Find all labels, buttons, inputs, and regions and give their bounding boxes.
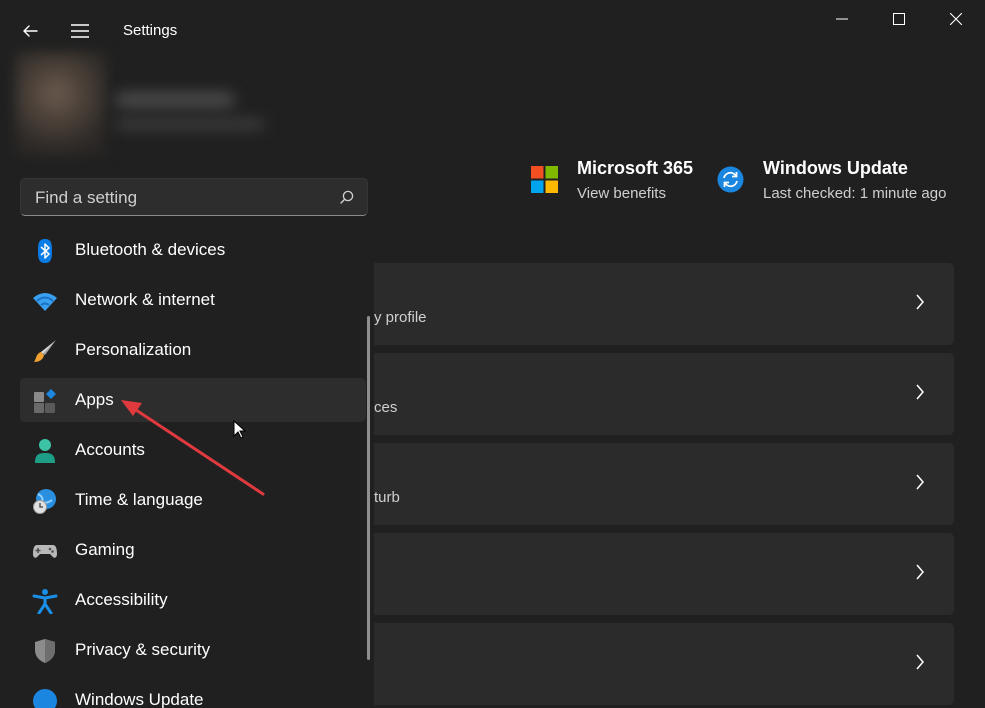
- chevron-right-icon: [916, 564, 924, 580]
- sync-icon: [717, 166, 744, 193]
- promo-title: Windows Update: [763, 158, 908, 178]
- chevron-right-icon: [916, 294, 924, 310]
- user-email-redacted: [115, 118, 265, 130]
- update-icon: [33, 689, 57, 708]
- hamburger-icon: [71, 24, 89, 38]
- minimize-button[interactable]: [813, 0, 871, 38]
- sidebar-item-time-language[interactable]: Time & language: [20, 478, 366, 522]
- sidebar-item-personalization[interactable]: Personalization: [20, 328, 366, 372]
- close-icon: [950, 13, 962, 25]
- settings-card[interactable]: turb: [374, 443, 954, 525]
- sidebar-scrollbar[interactable]: [367, 316, 370, 660]
- settings-card[interactable]: ces: [374, 353, 954, 435]
- search-icon[interactable]: [340, 190, 354, 204]
- bluetooth-icon: [38, 239, 52, 263]
- shield-icon: [35, 639, 55, 663]
- sidebar-item-label: Windows Update: [75, 690, 204, 708]
- maximize-icon: [893, 13, 905, 25]
- settings-card[interactable]: y profile: [374, 263, 954, 345]
- sidebar-item-label: Network & internet: [75, 290, 215, 309]
- search-box[interactable]: [20, 178, 368, 217]
- sidebar-item-privacy-security[interactable]: Privacy & security: [20, 628, 366, 672]
- back-arrow-icon: [23, 25, 38, 37]
- close-button[interactable]: [927, 0, 985, 38]
- menu-button[interactable]: [64, 16, 96, 46]
- maximize-button[interactable]: [870, 0, 928, 38]
- microsoft-logo-icon: [531, 166, 558, 193]
- avatar: [15, 52, 107, 156]
- sidebar-item-accounts[interactable]: Accounts: [20, 428, 366, 472]
- sidebar-item-bluetooth-devices[interactable]: Bluetooth & devices: [20, 228, 366, 272]
- windows-update-promo[interactable]: Windows Update Last checked: 1 minute ag…: [717, 156, 957, 216]
- window-title: Settings: [123, 22, 178, 39]
- sidebar-item-apps[interactable]: Apps: [20, 378, 366, 422]
- wifi-icon: [33, 293, 57, 311]
- sidebar-item-label: Bluetooth & devices: [75, 240, 226, 259]
- promo-subtitle: Last checked: 1 minute ago: [763, 185, 947, 202]
- globe-clock-icon: [33, 489, 56, 514]
- person-icon: [35, 439, 55, 463]
- search-input[interactable]: [33, 179, 337, 217]
- settings-card[interactable]: [374, 623, 954, 705]
- sidebar-item-label: Personalization: [75, 340, 192, 359]
- settings-window: Settings Bluetooth & devices: [0, 0, 985, 708]
- gamepad-icon: [33, 545, 57, 558]
- sidebar-item-label: Time & language: [75, 490, 203, 509]
- sidebar-item-windows-update[interactable]: Windows Update: [20, 678, 366, 708]
- minimize-icon: [836, 18, 848, 20]
- sidebar-item-accessibility[interactable]: Accessibility: [20, 578, 366, 622]
- sidebar-nav: Bluetooth & devices Network & internet P…: [20, 226, 372, 708]
- sidebar-item-label: Privacy & security: [75, 640, 211, 659]
- sidebar-item-label: Apps: [75, 390, 114, 409]
- microsoft-365-promo[interactable]: Microsoft 365 View benefits: [531, 156, 701, 216]
- card-subtitle: ces: [374, 399, 398, 416]
- chevron-right-icon: [916, 384, 924, 400]
- sidebar-item-label: Accessibility: [75, 590, 168, 609]
- card-subtitle: y profile: [374, 309, 427, 326]
- sidebar-item-gaming[interactable]: Gaming: [20, 528, 366, 572]
- chevron-right-icon: [916, 474, 924, 490]
- settings-card[interactable]: [374, 533, 954, 615]
- card-subtitle: turb: [374, 489, 400, 506]
- sidebar-item-network-internet[interactable]: Network & internet: [20, 278, 366, 322]
- promo-subtitle: View benefits: [577, 185, 666, 202]
- user-name-redacted: [115, 92, 235, 108]
- promo-title: Microsoft 365: [577, 158, 694, 178]
- mouse-cursor-icon: [233, 420, 247, 439]
- brush-icon: [34, 340, 56, 362]
- accessibility-icon: [32, 589, 58, 614]
- sidebar-item-label: Gaming: [75, 540, 135, 559]
- apps-icon: [34, 389, 56, 413]
- chevron-right-icon: [916, 654, 924, 670]
- sidebar-item-label: Accounts: [75, 440, 145, 459]
- user-profile[interactable]: [15, 48, 275, 156]
- back-button[interactable]: [14, 16, 46, 46]
